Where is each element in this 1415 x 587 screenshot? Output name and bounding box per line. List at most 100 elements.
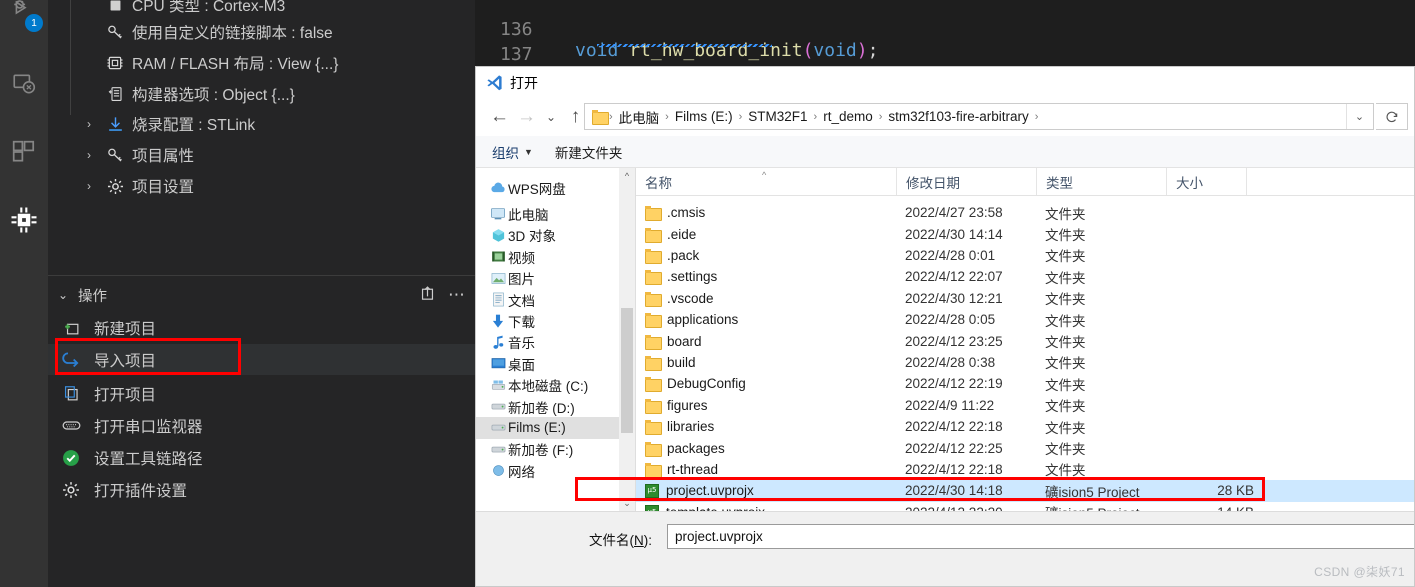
new-folder-button[interactable]: 新建文件夹 [545,142,635,162]
tree-item-project-settings[interactable]: › 项目设置 [78,171,194,201]
file-name-cell: .pack [645,245,699,266]
file-row[interactable]: packages 2022/4/12 22:25 文件夹 [636,437,1414,458]
place-item-downloads[interactable]: 下载 [476,310,619,331]
file-name-text: rt-thread [667,461,719,477]
place-item-volume-d[interactable]: 新加卷 (D:) [476,396,619,417]
file-row[interactable]: DebugConfig 2022/4/12 22:19 文件夹 [636,373,1414,394]
file-name-cell: .cmsis [645,202,705,223]
place-item-desktop[interactable]: 桌面 [476,353,619,374]
column-header-size[interactable]: 大小 [1166,168,1246,195]
place-item-films-e[interactable]: Films (E:) [476,417,619,439]
action-open-serial-monitor[interactable]: 打开串口监视器 [48,410,475,441]
folder-icon [645,462,662,478]
chevron-right-icon[interactable]: › [78,117,100,131]
breadcrumb-separator: › [813,110,818,123]
action-open-project[interactable]: 打开项目 [48,378,475,409]
tree-item-custom-linker[interactable]: 使用自定义的链接脚本 : false [100,17,333,47]
file-size-cell [1176,437,1254,458]
drive-icon [488,422,508,433]
file-row[interactable]: board 2022/4/12 23:25 文件夹 [636,330,1414,351]
file-row[interactable]: .pack 2022/4/28 0:01 文件夹 [636,245,1414,266]
uvision-project-icon: µ5 [645,483,659,498]
column-header-date[interactable]: 修改日期 [896,168,1036,195]
recent-locations-chevron-down-icon[interactable]: ⌄ [540,100,562,134]
operations-section-header[interactable]: ⌄ 操作 ⋯ [48,280,475,310]
extensions-icon[interactable] [0,128,48,176]
breadcrumb-item-0[interactable]: 此电脑 [615,107,664,127]
places-scrollbar[interactable]: ^ ⌄ [619,168,635,511]
place-item-3d-objects[interactable]: 3D 对象 [476,225,619,246]
filename-input[interactable]: project.uvprojx [667,524,1414,549]
file-row[interactable]: figures 2022/4/9 11:22 文件夹 [636,395,1414,416]
place-item-wps-cloud[interactable]: WPS网盘 [476,177,619,198]
action-open-plugin-settings[interactable]: 打开插件设置 [48,474,475,505]
tree-item-builder-options[interactable]: 构建器选项 : Object {...} [100,79,295,109]
address-breadcrumb-bar[interactable]: › 此电脑 › Films (E:) › STM32F1 › rt_demo ›… [584,103,1374,130]
tree-item-label: 使用自定义的链接脚本 : false [132,25,333,42]
place-item-documents[interactable]: 文档 [476,289,619,310]
file-name-cell: .settings [645,266,717,287]
action-set-toolchain-path[interactable]: 设置工具链路径 [48,442,475,473]
place-item-local-disk-c[interactable]: 本地磁盘 (C:) [476,375,619,396]
file-row[interactable]: µ5template.uvprojx 2022/4/12 22:20 礦ision5… [636,502,1414,511]
file-name-cell: DebugConfig [645,373,746,394]
scroll-down-arrow-icon[interactable]: ⌄ [619,495,635,511]
address-dropdown-chevron-down-icon[interactable]: ⌄ [1346,104,1372,129]
breadcrumb-item-1[interactable]: Films (E:) [671,109,737,124]
place-item-pictures[interactable]: 图片 [476,268,619,289]
file-name-cell: applications [645,309,738,330]
breadcrumb-item-2[interactable]: STM32F1 [744,109,811,124]
file-date-cell: 2022/4/30 14:14 [905,226,1003,242]
embedded-ide-icon[interactable] [0,196,48,244]
music-icon [488,335,508,350]
filename-label: 文件名(N): [589,529,652,549]
arrow-left-icon[interactable]: ← [486,100,513,134]
chevron-down-icon[interactable]: ⌄ [48,288,78,302]
folder-icon [645,398,662,414]
column-header-type[interactable]: 类型 [1036,168,1166,195]
column-header-spacer [1246,168,1414,195]
check-circle-icon [48,448,94,468]
action-import-project[interactable]: 导入项目 [48,344,475,375]
file-row[interactable]: .eide 2022/4/30 14:14 文件夹 [636,223,1414,244]
file-row[interactable]: build 2022/4/28 0:38 文件夹 [636,352,1414,373]
arrow-right-icon[interactable]: → [513,100,540,134]
place-item-music[interactable]: 音乐 [476,332,619,353]
breadcrumb-item-3[interactable]: rt_demo [819,109,877,124]
tree-item-ram-flash-layout[interactable]: RAM / FLASH 布局 : View {...} [100,48,338,78]
breadcrumb-item-4[interactable]: stm32f103-fire-arbitrary [884,109,1032,124]
refresh-icon[interactable] [1376,103,1408,130]
place-item-network[interactable]: 网络 [476,460,619,481]
file-date-cell: 2022/4/27 23:58 [905,205,1003,221]
more-actions-icon[interactable]: ⋯ [448,286,465,303]
file-row[interactable]: libraries 2022/4/12 22:18 文件夹 [636,416,1414,437]
place-label: 桌面 [508,357,535,373]
file-row[interactable]: .cmsis 2022/4/27 23:58 文件夹 [636,202,1414,223]
chevron-right-icon[interactable]: › [78,179,100,193]
file-name-text: DebugConfig [667,376,746,392]
file-date-cell: 2022/4/30 12:21 [905,290,1003,306]
file-row[interactable]: .vscode 2022/4/30 12:21 文件夹 [636,288,1414,309]
open-project-icon [48,384,94,403]
file-row[interactable]: rt-thread 2022/4/12 22:18 文件夹 [636,459,1414,480]
file-date-cell: 2022/4/28 0:38 [905,354,996,370]
debug-badge: 1 [25,14,43,32]
organize-button[interactable]: 组织 ▼ [476,142,545,162]
place-item-videos[interactable]: 视频 [476,246,619,267]
import-export-icon[interactable] [419,285,436,306]
file-row[interactable]: µ5 project.uvprojx 2022/4/30 14:18 礦ision5 … [636,480,1414,502]
tree-item-flash-config[interactable]: › 烧录配置 : STLink [78,109,255,139]
file-type-cell: 文件夹 [1045,442,1086,458]
remote-explorer-icon[interactable] [0,60,48,108]
chevron-right-icon[interactable]: › [78,148,100,162]
file-row[interactable]: applications 2022/4/28 0:05 文件夹 [636,309,1414,330]
place-item-volume-f[interactable]: 新加卷 (F:) [476,439,619,460]
scroll-up-arrow-icon[interactable]: ^ [619,168,635,184]
file-size-cell [1176,459,1254,480]
tree-item-project-attributes[interactable]: › 项目属性 [78,140,194,170]
scrollbar-thumb[interactable] [621,308,633,433]
place-item-this-pc[interactable]: 此电脑 [476,203,619,224]
pictures-icon [488,272,508,285]
action-new-project[interactable]: 新建项目 [48,312,475,343]
file-row[interactable]: .settings 2022/4/12 22:07 文件夹 [636,266,1414,287]
